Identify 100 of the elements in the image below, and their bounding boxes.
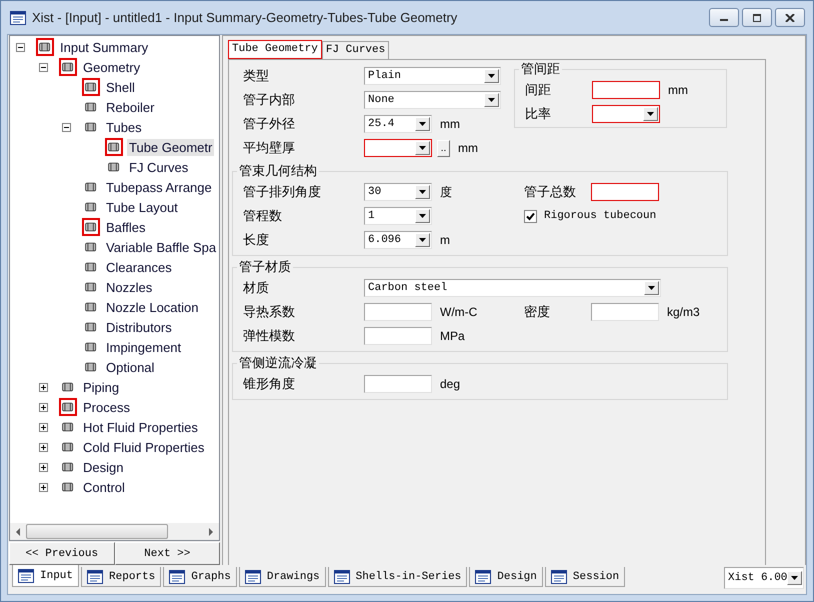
expand-toggle[interactable]: [39, 382, 48, 392]
collapse-toggle[interactable]: [39, 62, 48, 72]
checkbox-label[interactable]: Rigorous tubecoun: [544, 210, 656, 222]
field-label: 管子外径: [243, 115, 296, 133]
tab[interactable]: Graphs: [163, 567, 237, 587]
tree-item[interactable]: Process: [81, 398, 132, 416]
tab[interactable]: Session: [544, 567, 626, 587]
window-icon: [18, 568, 34, 582]
caret-icon: [418, 121, 427, 127]
tree-item[interactable]: Reboiler: [104, 98, 156, 116]
scroll-thumb[interactable]: [26, 524, 168, 539]
unit-label: mm: [668, 83, 688, 97]
unit-label: kg/m3: [667, 305, 700, 319]
field-label: 长度: [243, 231, 270, 249]
field-label: 管程数: [243, 207, 283, 225]
tree-item[interactable]: Distributors: [104, 318, 174, 336]
tab[interactable]: FJ Curves: [322, 41, 390, 59]
dropdown[interactable]: Carbon steel: [364, 279, 661, 297]
window-icon: [550, 570, 567, 584]
field-label: 密度: [524, 303, 551, 321]
tree-item[interactable]: Impingement: [104, 338, 184, 356]
maximize-button[interactable]: [742, 8, 772, 27]
window-title: Xist - [Input] - untitled1 - Input Summary-Geometry-Tubes-Tube Geometry: [32, 10, 458, 25]
collapse-toggle[interactable]: [62, 122, 71, 132]
field-label: 管子排列角度: [243, 183, 322, 201]
tree-item[interactable]: Control: [81, 478, 127, 496]
tree-item[interactable]: Optional: [104, 358, 156, 376]
collapse-toggle[interactable]: [16, 42, 25, 52]
tab[interactable]: Design: [469, 567, 543, 587]
caret-icon: [418, 213, 427, 219]
field-label: 管子总数: [524, 183, 577, 201]
field-label: 平均壁厚: [243, 139, 296, 157]
window-icon: [169, 570, 186, 584]
window-icon: [244, 570, 261, 584]
input-field[interactable]: [591, 303, 659, 321]
tree-item[interactable]: Tubepass Arrange: [104, 178, 214, 196]
caret-icon: [790, 575, 800, 581]
dropdown[interactable]: None: [364, 91, 501, 109]
tab[interactable]: Input: [12, 565, 80, 587]
tab[interactable]: Shells-in-Series: [328, 567, 468, 587]
tab[interactable]: Tube Geometry: [228, 40, 322, 59]
input-field[interactable]: [591, 183, 659, 201]
input-field[interactable]: [364, 327, 432, 345]
previous-button[interactable]: << Previous: [9, 542, 114, 565]
input-field[interactable]: [364, 375, 432, 393]
window-icon: [10, 10, 26, 24]
field-label: 比率: [525, 105, 552, 123]
tree-item[interactable]: Cold Fluid Properties: [81, 438, 206, 456]
expand-toggle[interactable]: [39, 462, 48, 472]
tree-item[interactable]: Hot Fluid Properties: [81, 418, 200, 436]
ellipsis-button[interactable]: ..: [437, 140, 450, 156]
dropdown[interactable]: 1: [364, 207, 432, 225]
expand-toggle[interactable]: [39, 422, 48, 432]
scrollbar[interactable]: [10, 523, 219, 540]
tree-item[interactable]: Tubes: [104, 118, 144, 136]
caret-icon: [647, 285, 656, 291]
tree-item[interactable]: Clearances: [104, 258, 174, 276]
close-button[interactable]: [775, 8, 805, 27]
tree-item[interactable]: Nozzles: [104, 278, 154, 296]
tree-item[interactable]: Variable Baffle Spa: [104, 238, 218, 256]
dropdown[interactable]: 30: [364, 183, 432, 201]
expand-toggle[interactable]: [39, 482, 48, 492]
tree-item[interactable]: Shell: [104, 78, 137, 96]
caret-icon: [487, 73, 496, 79]
tree-item[interactable]: Tube Geometr: [127, 138, 214, 156]
tree-item[interactable]: Input Summary: [58, 38, 150, 56]
expand-toggle[interactable]: [39, 442, 48, 452]
dropdown[interactable]: Xist 6.00: [724, 567, 804, 589]
field-label: 锥形角度: [243, 375, 296, 393]
tree-item[interactable]: Baffles: [104, 218, 148, 236]
expand-toggle[interactable]: [39, 402, 48, 412]
field-label: 材质: [243, 279, 270, 297]
dropdown[interactable]: [592, 105, 660, 123]
tree-item[interactable]: Nozzle Location: [104, 298, 200, 316]
tree-item[interactable]: Design: [81, 458, 126, 476]
close-icon: [785, 14, 795, 22]
tab[interactable]: Drawings: [238, 567, 326, 587]
caret-icon: [487, 97, 496, 103]
caret-icon: [646, 111, 655, 117]
tree-item[interactable]: Tube Layout: [104, 198, 180, 216]
dropdown[interactable]: 25.4: [364, 115, 432, 133]
window-icon: [87, 570, 104, 584]
checkbox[interactable]: [524, 210, 537, 222]
field-label: 类型: [243, 67, 270, 85]
group-title: 管子材质: [238, 258, 292, 276]
tab[interactable]: Reports: [81, 567, 162, 587]
input-field[interactable]: [592, 81, 660, 99]
dropdown[interactable]: 6.096: [364, 231, 432, 249]
tree-item[interactable]: Geometry: [81, 58, 142, 76]
tree-item[interactable]: FJ Curves: [127, 158, 190, 176]
input-field[interactable]: [364, 303, 432, 321]
tree-item[interactable]: Piping: [81, 378, 122, 396]
next-button[interactable]: Next >>: [114, 542, 220, 565]
unit-label: 度: [440, 184, 452, 200]
maximize-icon: [752, 14, 762, 22]
unit-label: MPa: [440, 329, 465, 343]
dropdown[interactable]: [364, 139, 432, 157]
unit-label: mm: [458, 141, 478, 155]
dropdown[interactable]: Plain: [364, 67, 501, 85]
minimize-button[interactable]: [709, 8, 739, 27]
